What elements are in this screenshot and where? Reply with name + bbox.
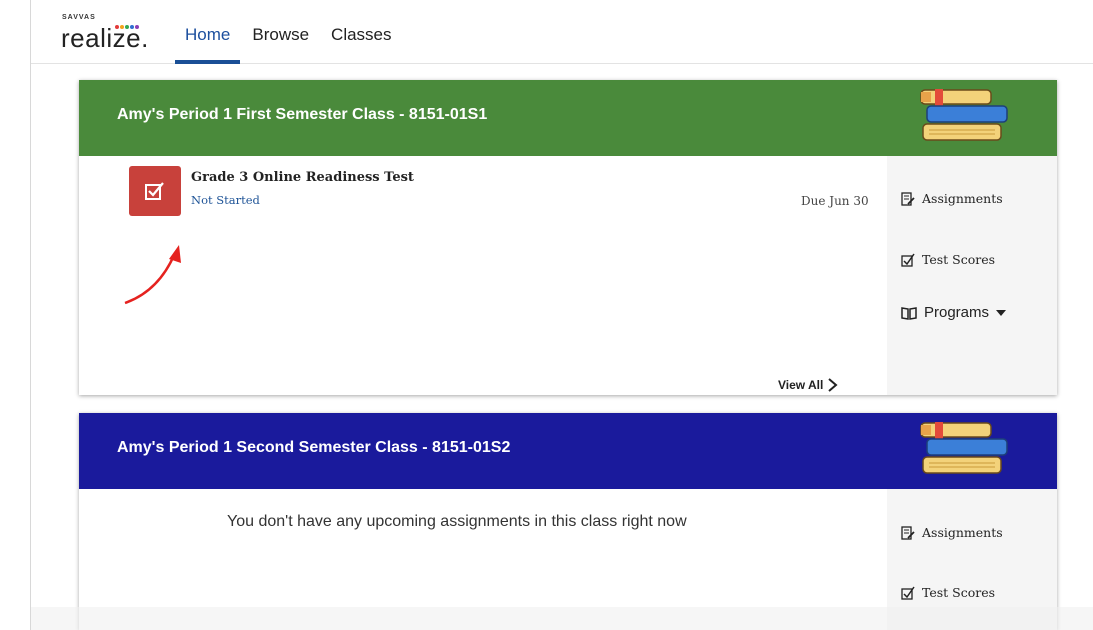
class-card-first-semester: Amy's Period 1 First Semester Class - 81… xyxy=(79,80,1057,395)
bottom-fade-overlay xyxy=(31,607,1093,630)
programs-dropdown[interactable]: Programs xyxy=(901,304,1014,321)
assignment-title[interactable]: Grade 3 Online Readiness Test xyxy=(191,170,414,185)
left-border xyxy=(30,0,31,630)
assignments-label: Assignments xyxy=(922,525,1003,540)
no-assignments-message: You don't have any upcoming assignments … xyxy=(227,513,687,530)
assignments-link[interactable]: Assignments xyxy=(901,191,1003,206)
top-navigation-bar: SAVVAS realize. Home Browse Classes xyxy=(31,0,1093,64)
annotation-arrow-icon xyxy=(124,245,181,305)
main-nav: Home Browse Classes xyxy=(175,0,404,64)
book-open-icon xyxy=(901,306,917,320)
test-scores-label: Test Scores xyxy=(922,585,996,600)
checkbox-icon[interactable] xyxy=(129,166,181,216)
assignment-due-date: Due Jun 30 xyxy=(801,194,869,208)
assignments-label: Assignments xyxy=(922,191,1003,206)
caret-down-icon xyxy=(996,309,1007,316)
nav-home[interactable]: Home xyxy=(175,0,241,64)
logo-brand-small: SAVVAS xyxy=(62,14,96,21)
class-title[interactable]: Amy's Period 1 Second Semester Class - 8… xyxy=(117,439,510,457)
chevron-right-icon xyxy=(828,378,838,392)
test-scores-link[interactable]: Test Scores xyxy=(901,252,995,267)
logo-wordmark: realize. xyxy=(61,23,149,53)
books-icon xyxy=(920,422,1008,474)
view-all-label: View All xyxy=(778,378,824,392)
assignment-item[interactable]: Grade 3 Online Readiness Test Not Starte… xyxy=(129,166,414,216)
assignments-icon xyxy=(901,191,915,206)
class-sidebar: Assignments Test Scores Programs xyxy=(887,156,1057,395)
nav-browse[interactable]: Browse xyxy=(242,0,319,64)
class-title[interactable]: Amy's Period 1 First Semester Class - 81… xyxy=(117,106,487,124)
class-card-header[interactable]: Amy's Period 1 First Semester Class - 81… xyxy=(79,80,1057,156)
assignments-icon xyxy=(901,525,915,540)
test-scores-icon xyxy=(901,253,915,267)
programs-label: Programs xyxy=(924,304,990,321)
assignment-status: Not Started xyxy=(191,193,260,207)
savvas-realize-logo[interactable]: SAVVAS realize. xyxy=(61,12,161,53)
view-all-link[interactable]: View All xyxy=(778,377,839,393)
assignments-link[interactable]: Assignments xyxy=(901,525,1003,540)
books-icon xyxy=(920,89,1008,141)
class-card-second-semester: Amy's Period 1 Second Semester Class - 8… xyxy=(79,413,1057,630)
nav-classes[interactable]: Classes xyxy=(321,0,401,64)
class-card-header[interactable]: Amy's Period 1 Second Semester Class - 8… xyxy=(79,413,1057,489)
test-scores-label: Test Scores xyxy=(922,252,996,267)
class-card-body: Grade 3 Online Readiness Test Not Starte… xyxy=(79,156,1057,395)
test-scores-icon xyxy=(901,586,915,600)
test-scores-link[interactable]: Test Scores xyxy=(901,585,995,600)
